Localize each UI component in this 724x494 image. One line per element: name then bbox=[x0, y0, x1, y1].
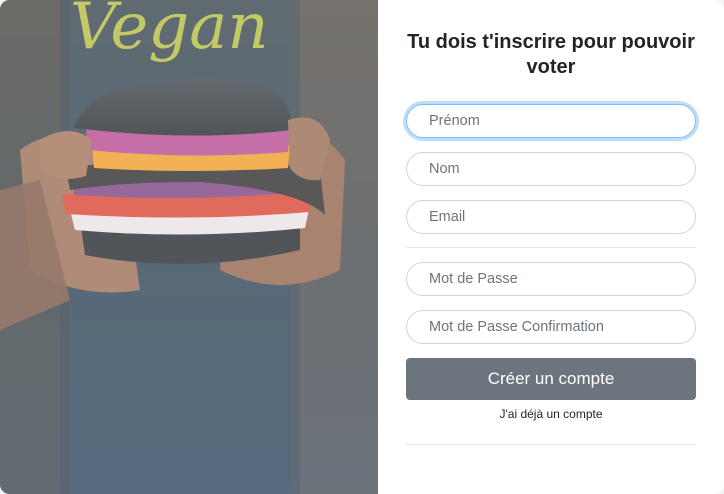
last-name-input[interactable] bbox=[406, 152, 696, 186]
form-divider bbox=[406, 247, 696, 248]
password-confirm-input[interactable] bbox=[406, 310, 696, 344]
form-bottom-divider bbox=[406, 444, 696, 445]
create-account-button[interactable]: Créer un compte bbox=[406, 358, 696, 400]
existing-account-link[interactable]: J'ai déjà un compte bbox=[406, 407, 696, 421]
signup-title: Tu dois t'inscrire pour pouvoir voter bbox=[407, 31, 695, 78]
first-name-input[interactable] bbox=[406, 104, 696, 138]
email-input[interactable] bbox=[406, 200, 696, 234]
hero-photo: Vegan bbox=[0, 0, 378, 494]
password-input[interactable] bbox=[406, 262, 696, 296]
signup-form-panel: Tu dois t'inscrire pour pouvoir voter Cr… bbox=[378, 0, 724, 494]
photo-wash-overlay bbox=[0, 0, 378, 494]
signup-modal: Vegan Tu dois t'inscrire pour pouvoir vo… bbox=[0, 0, 724, 494]
